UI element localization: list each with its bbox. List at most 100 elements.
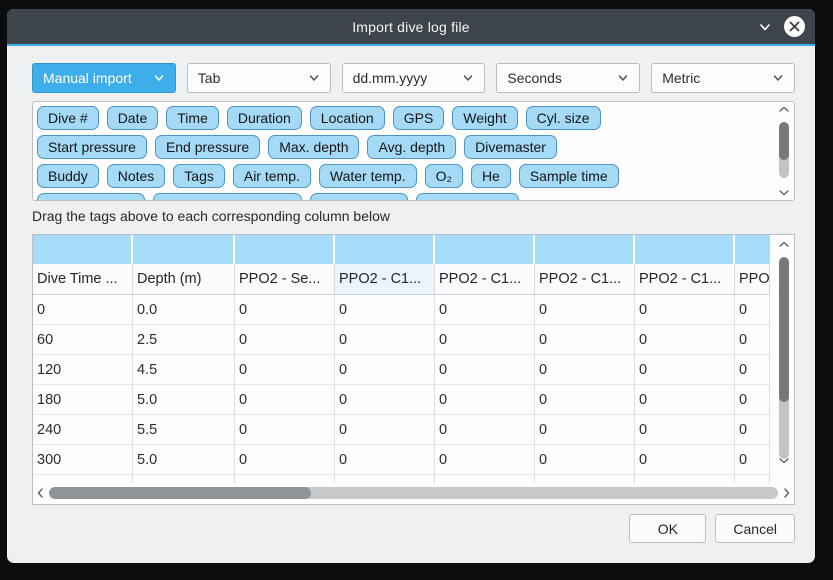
drop-cell[interactable] (535, 235, 635, 264)
tag-time[interactable]: Time (166, 106, 219, 130)
table-cell: 0 (235, 445, 335, 475)
table-cell: 120 (33, 355, 133, 385)
tag-max-depth[interactable]: Max. depth (268, 135, 359, 159)
chevron-down-icon[interactable] (776, 456, 792, 465)
import-mode-select[interactable]: Manual import (32, 63, 176, 93)
chevron-down-icon (307, 71, 321, 85)
tag-sample-temperature[interactable]: Sample temperature (153, 193, 302, 201)
dialog-content: Manual import Tab dd.mm.yyyy Seconds Met… (7, 46, 815, 543)
field-separator-select[interactable]: Tab (187, 63, 331, 93)
drop-cell[interactable] (635, 235, 735, 264)
drop-cell[interactable] (33, 235, 133, 264)
table-cell (133, 475, 235, 483)
tag-rows: Dive # Date Time Duration Location GPS Weight C… (37, 106, 770, 201)
tag-o[interactable]: O₂ (425, 164, 463, 188)
chevron-down-icon (771, 71, 785, 85)
table-row: 1805.0000000 (33, 385, 770, 415)
table-cell (735, 475, 770, 483)
table-cell: 0 (535, 415, 635, 445)
tag-tags[interactable]: Tags (173, 164, 225, 188)
scrollbar-track[interactable] (49, 487, 778, 499)
table-cell (33, 475, 133, 483)
tag-buddy[interactable]: Buddy (37, 164, 99, 188)
table-cell: 4.5 (133, 355, 235, 385)
tag-he[interactable]: He (471, 164, 511, 188)
table-cell: 0 (735, 385, 770, 415)
table-cell: 5.0 (133, 445, 235, 475)
tag-notes[interactable]: Notes (107, 164, 166, 188)
cancel-button[interactable]: Cancel (715, 514, 795, 543)
table-cell: 0 (635, 445, 735, 475)
chevron-up-icon[interactable] (776, 240, 792, 249)
chevron-left-icon[interactable] (36, 487, 45, 499)
tag-sample-depth[interactable]: Sample depth (37, 193, 145, 201)
close-button[interactable] (784, 16, 805, 37)
tag-start-pressure[interactable]: Start pressure (37, 135, 147, 159)
table-cell: 0 (735, 355, 770, 385)
drop-cell[interactable] (133, 235, 235, 264)
duration-format-select[interactable]: Seconds (496, 63, 640, 93)
scrollbar-track[interactable] (779, 257, 789, 459)
drag-hint-label: Drag the tags above to each correspondin… (32, 208, 795, 227)
tag-end-pressure[interactable]: End pressure (155, 135, 260, 159)
tag-cyl-size[interactable]: Cyl. size (526, 106, 601, 130)
tag-pool-scrollbar[interactable] (776, 102, 792, 200)
chevron-up-icon[interactable] (776, 105, 792, 114)
table-body: 00.0000000602.50000001204.50000001805.00… (33, 295, 794, 483)
tag-avg-depth[interactable]: Avg. depth (367, 135, 456, 159)
drop-cell[interactable] (335, 235, 435, 264)
table-cell: 0 (635, 355, 735, 385)
table-cell: 0 (335, 445, 435, 475)
tag-duration[interactable]: Duration (227, 106, 302, 130)
tag-divemaster[interactable]: Divemaster (464, 135, 557, 159)
column-header-ppo2-c1-3[interactable]: PPO2 - C1... (335, 264, 435, 295)
table-row-partial (33, 475, 770, 483)
table-row: 3005.0000000 (33, 445, 770, 475)
drop-cell[interactable] (235, 235, 335, 264)
units-select[interactable]: Metric (651, 63, 795, 93)
column-header-depth-m-1[interactable]: Depth (m) (133, 264, 235, 295)
date-format-select[interactable]: dd.mm.yyyy (342, 63, 486, 93)
column-header-dive-time-0[interactable]: Dive Time ... (33, 264, 133, 295)
scrollbar-thumb[interactable] (779, 257, 789, 402)
duration-format-value: Seconds (507, 70, 561, 86)
column-header-ppo2-c1-5[interactable]: PPO2 - C1... (535, 264, 635, 295)
column-header-ppo2-c1-6[interactable]: PPO2 - C1... (635, 264, 735, 295)
minimize-chevron-down-icon[interactable] (757, 19, 773, 35)
drop-cell[interactable] (435, 235, 535, 264)
tag-location[interactable]: Location (310, 106, 385, 130)
table-cell: 0 (635, 415, 735, 445)
tag-sample-cns[interactable]: Sample CNS (416, 193, 519, 201)
chevron-down-icon[interactable] (776, 188, 792, 197)
chevron-down-icon (152, 71, 166, 85)
tag-dive[interactable]: Dive # (37, 106, 99, 130)
table-horizontal-scrollbar[interactable] (36, 485, 791, 501)
tag-sample-time[interactable]: Sample time (519, 164, 619, 188)
table-cell: 0 (335, 325, 435, 355)
table-cell: 0 (435, 385, 535, 415)
table-vertical-scrollbar[interactable] (776, 237, 792, 477)
table-cell: 0 (435, 325, 535, 355)
column-header-ppo2-7[interactable]: PPO2 (735, 264, 770, 295)
scrollbar-track[interactable] (779, 122, 789, 178)
table-cell: 0 (235, 385, 335, 415)
tag-air-temp[interactable]: Air temp. (233, 164, 311, 188)
scrollbar-thumb[interactable] (49, 487, 311, 499)
import-dialog-window: Import dive log file Manual import Tab d… (7, 9, 815, 563)
window-title: Import dive log file (352, 19, 470, 35)
column-header-ppo2-se-2[interactable]: PPO2 - Se... (235, 264, 335, 295)
table-cell (635, 475, 735, 483)
tag-gps[interactable]: GPS (393, 106, 445, 130)
ok-button[interactable]: OK (629, 514, 706, 543)
column-header-ppo2-c1-4[interactable]: PPO2 - C1... (435, 264, 535, 295)
dialog-button-row: OK Cancel (32, 514, 795, 543)
table-cell: 0 (235, 355, 335, 385)
titlebar-controls (757, 9, 805, 44)
tag-sample-po[interactable]: Sample pO₂ (310, 193, 407, 201)
tag-water-temp[interactable]: Water temp. (319, 164, 417, 188)
scrollbar-thumb[interactable] (779, 122, 789, 160)
drop-cell[interactable] (735, 235, 770, 264)
chevron-right-icon[interactable] (782, 487, 791, 499)
tag-weight[interactable]: Weight (452, 106, 517, 130)
tag-date[interactable]: Date (107, 106, 159, 130)
